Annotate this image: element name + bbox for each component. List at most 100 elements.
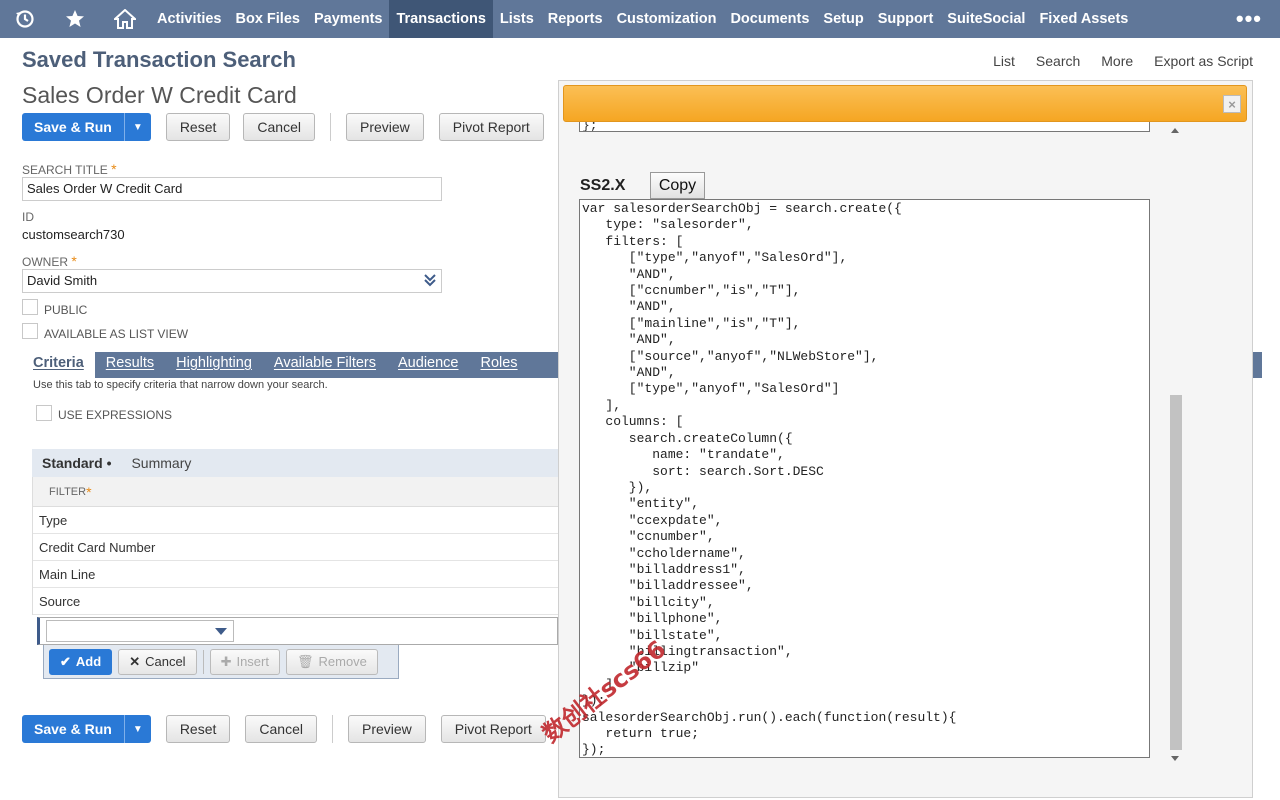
trash-icon: 🗑 [296, 653, 314, 669]
close-icon[interactable]: × [1223, 95, 1241, 113]
double-chevron-down-icon[interactable] [424, 273, 436, 290]
page-title: Saved Transaction Search [22, 47, 296, 72]
cancel-button[interactable]: Cancel [245, 715, 317, 743]
nav-more-icon[interactable]: ••• [1236, 0, 1262, 38]
chevron-down-icon[interactable]: ▼ [124, 715, 151, 743]
tab-description: Use this tab to specify criteria that na… [33, 379, 328, 391]
nav-suitesocial[interactable]: SuiteSocial [940, 0, 1032, 38]
add-button[interactable]: ✔ Add [49, 648, 113, 675]
public-checkbox-box[interactable] [22, 299, 38, 315]
top-nav: Activities Box Files Payments Transactio… [0, 0, 1280, 38]
save-run-button[interactable]: Save & Run ▼ [22, 113, 151, 141]
grid-cancel-button[interactable]: ✕ Cancel [118, 648, 197, 675]
criteria-subtabs: Standard • Summary [32, 449, 558, 477]
subtab-standard[interactable]: Standard • [32, 455, 121, 471]
popup-title-bar: × [563, 85, 1247, 122]
use-expressions-box[interactable] [36, 405, 52, 421]
tab-available-filters[interactable]: Available Filters [263, 352, 387, 378]
table-row[interactable]: Source [33, 588, 558, 615]
save-run-label[interactable]: Save & Run [22, 715, 125, 743]
ss2x-label: SS2.X [580, 177, 626, 194]
insert-label: Insert [236, 654, 269, 669]
nav-support[interactable]: Support [871, 0, 941, 38]
cancel-button[interactable]: Cancel [243, 113, 315, 141]
new-filter-row[interactable] [37, 617, 558, 645]
search-title-input[interactable]: Sales Order W Credit Card [22, 177, 442, 201]
save-run-label[interactable]: Save & Run [22, 113, 125, 141]
grid-action-bar: ✔ Add ✕ Cancel ✚ Insert 🗑 Remove [43, 645, 399, 679]
reset-button[interactable]: Reset [165, 715, 231, 743]
top-button-row: Save & Run ▼ Reset Cancel Preview Pivot … [22, 113, 544, 141]
preview-button[interactable]: Preview [345, 113, 424, 141]
plus-icon: ✚ [220, 653, 232, 669]
home-icon[interactable] [100, 0, 150, 38]
previous-code-box[interactable]: }; [579, 122, 1150, 132]
subtab-summary[interactable]: Summary [121, 455, 201, 471]
header-links: List Search More Export as Script [993, 53, 1253, 69]
scroll-down-arrow-icon[interactable] [1171, 756, 1179, 761]
available-label: AVAILABLE AS LIST VIEW [44, 327, 189, 341]
criteria-tabbar: Criteria Results Highlighting Available … [22, 352, 560, 378]
tab-audience[interactable]: Audience [387, 352, 469, 378]
check-icon: ✔ [60, 653, 71, 669]
tab-criteria[interactable]: Criteria [22, 352, 95, 378]
owner-value: David Smith [27, 273, 98, 288]
search-link[interactable]: Search [1036, 53, 1080, 69]
use-expressions-checkbox[interactable]: USE EXPRESSIONS [36, 404, 172, 422]
available-checkbox-box[interactable] [22, 323, 38, 339]
add-label: Add [75, 654, 102, 669]
table-row[interactable]: Credit Card Number [33, 534, 558, 561]
nav-activities[interactable]: Activities [150, 0, 228, 38]
required-mark: * [86, 483, 92, 500]
tabbar-right-edge [1252, 352, 1262, 378]
public-label: PUBLIC [44, 303, 88, 317]
page: Activities Box Files Payments Transactio… [0, 0, 1280, 800]
save-run-button[interactable]: Save & Run ▼ [22, 715, 151, 743]
bottom-button-row: Save & Run ▼ Reset Cancel Preview Pivot … [22, 715, 546, 743]
table-row[interactable]: Type [33, 507, 558, 534]
filter-grid: FILTER * Type Credit Card Number Main Lin… [32, 477, 558, 615]
tab-results[interactable]: Results [95, 352, 165, 378]
nav-setup[interactable]: Setup [816, 0, 870, 38]
nav-reports[interactable]: Reports [541, 0, 610, 38]
more-link[interactable]: More [1101, 53, 1133, 69]
button-separator [331, 715, 333, 743]
nav-box-files[interactable]: Box Files [228, 0, 306, 38]
public-checkbox[interactable]: PUBLIC [22, 297, 87, 317]
reset-button[interactable]: Reset [165, 113, 231, 141]
chevron-down-icon[interactable]: ▼ [124, 113, 151, 141]
dropdown-arrow-icon[interactable] [215, 628, 227, 635]
required-mark: * [71, 253, 77, 269]
pivot-report-button[interactable]: Pivot Report [438, 113, 544, 141]
list-link[interactable]: List [993, 53, 1015, 69]
scrollbar-thumb[interactable] [1170, 395, 1182, 750]
owner-select[interactable]: David Smith [22, 269, 442, 293]
copy-button[interactable]: Copy [650, 172, 705, 199]
recent-icon[interactable] [0, 0, 50, 38]
nav-transactions[interactable]: Transactions [389, 0, 493, 38]
use-expressions-label: USE EXPRESSIONS [58, 408, 173, 422]
button-separator [329, 113, 331, 141]
required-mark: * [111, 161, 117, 177]
preview-button[interactable]: Preview [347, 715, 426, 743]
x-icon: ✕ [129, 653, 141, 669]
table-row[interactable]: Main Line [33, 561, 558, 588]
nav-fixed-assets[interactable]: Fixed Assets [1032, 0, 1135, 38]
tab-highlighting[interactable]: Highlighting [165, 352, 263, 378]
nav-documents[interactable]: Documents [723, 0, 816, 38]
filter-select[interactable] [46, 620, 234, 642]
insert-button[interactable]: ✚ Insert [209, 648, 280, 675]
star-icon[interactable] [50, 0, 100, 38]
nav-payments[interactable]: Payments [307, 0, 390, 38]
owner-label: OWNER * [22, 253, 77, 269]
nav-customization[interactable]: Customization [610, 0, 724, 38]
remove-button[interactable]: 🗑 Remove [285, 648, 378, 675]
tab-roles[interactable]: Roles [469, 352, 528, 378]
nav-lists[interactable]: Lists [493, 0, 541, 38]
id-value: customsearch730 [22, 227, 125, 242]
pivot-report-button[interactable]: Pivot Report [440, 715, 546, 743]
script-code-box[interactable]: var salesorderSearchObj = search.create(… [579, 199, 1150, 758]
export-as-script-link[interactable]: Export as Script [1154, 53, 1253, 69]
available-list-view-checkbox[interactable]: AVAILABLE AS LIST VIEW [22, 321, 188, 341]
scroll-up-arrow-icon[interactable] [1171, 128, 1179, 133]
